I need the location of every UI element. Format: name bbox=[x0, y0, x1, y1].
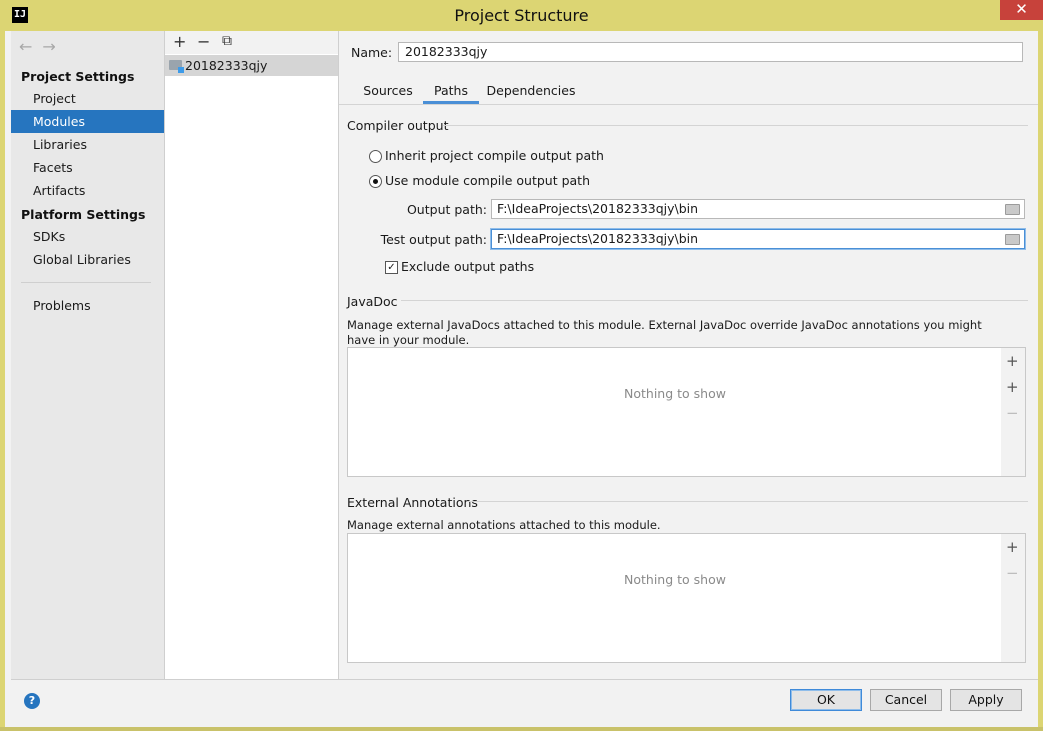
module-list-item[interactable]: 20182333qjy bbox=[165, 55, 338, 76]
sidebar-item-libraries[interactable]: Libraries bbox=[11, 133, 164, 156]
javadoc-list-toolbar: + + − bbox=[1001, 347, 1026, 477]
folder-browse-icon[interactable] bbox=[1005, 204, 1020, 215]
folder-browse-icon[interactable] bbox=[1005, 234, 1020, 245]
javadoc-divider bbox=[401, 300, 1028, 301]
remove-annotation-icon[interactable]: − bbox=[1006, 564, 1019, 582]
test-output-path-label: Test output path: bbox=[380, 232, 487, 247]
use-module-output-label: Use module compile output path bbox=[385, 173, 591, 188]
use-module-output-radio[interactable] bbox=[369, 175, 382, 188]
javadoc-empty-text: Nothing to show bbox=[624, 386, 726, 401]
tab-divider bbox=[339, 104, 1038, 105]
compiler-output-divider bbox=[443, 125, 1028, 126]
module-folder-icon bbox=[169, 60, 184, 73]
exclude-output-checkbox[interactable]: ✓ bbox=[385, 261, 398, 274]
module-toolbar: + − ⧉ bbox=[165, 31, 338, 54]
help-icon[interactable]: ? bbox=[24, 693, 40, 709]
external-annotations-description: Manage external annotations attached to … bbox=[347, 518, 661, 532]
output-path-label: Output path: bbox=[406, 202, 487, 217]
test-output-path-value: F:\IdeaProjects\20182333qjy\bin bbox=[497, 231, 699, 246]
project-settings-header: Project Settings bbox=[21, 69, 135, 84]
apply-button[interactable]: Apply bbox=[950, 689, 1022, 711]
exclude-output-label: Exclude output paths bbox=[401, 259, 535, 274]
copy-module-icon[interactable]: ⧉ bbox=[222, 33, 232, 49]
dialog-footer: ? OK Cancel Apply bbox=[11, 679, 1038, 728]
compiler-output-header: Compiler output bbox=[347, 118, 449, 133]
external-annotations-list-toolbar: + − bbox=[1001, 533, 1026, 663]
inherit-output-label: Inherit project compile output path bbox=[385, 148, 604, 163]
external-annotations-header: External Annotations bbox=[347, 495, 478, 510]
title-bar[interactable]: IJ Project Structure ✕ bbox=[0, 0, 1043, 31]
add-annotation-icon[interactable]: + bbox=[1006, 538, 1019, 556]
add-javadoc-url-icon[interactable]: + bbox=[1006, 378, 1019, 396]
nav-arrows: ← → bbox=[19, 37, 66, 56]
sidebar-item-facets[interactable]: Facets bbox=[11, 156, 164, 179]
tab-sources[interactable]: Sources bbox=[359, 82, 417, 104]
external-annotations-list[interactable]: Nothing to show bbox=[347, 533, 1003, 663]
sidebar-divider bbox=[21, 282, 151, 283]
external-annotations-empty-text: Nothing to show bbox=[624, 572, 726, 587]
remove-javadoc-icon[interactable]: − bbox=[1006, 404, 1019, 422]
remove-module-icon[interactable]: − bbox=[197, 32, 210, 51]
settings-sidebar: ← → Project Settings Project Modules Libr… bbox=[11, 31, 165, 679]
module-name-label: 20182333qjy bbox=[185, 58, 268, 73]
dialog-content: ← → Project Settings Project Modules Libr… bbox=[5, 31, 1038, 728]
add-javadoc-icon[interactable]: + bbox=[1006, 352, 1019, 370]
tab-paths[interactable]: Paths bbox=[423, 82, 479, 104]
project-structure-window: IJ Project Structure ✕ ← → Project Settin… bbox=[0, 0, 1043, 731]
sidebar-item-modules[interactable]: Modules bbox=[11, 110, 164, 133]
javadoc-description: Manage external JavaDocs attached to thi… bbox=[347, 318, 982, 347]
module-settings-panel: Name: 20182333qjy Sources Paths Dependen… bbox=[339, 31, 1038, 679]
name-label: Name: bbox=[351, 45, 393, 60]
javadoc-header: JavaDoc bbox=[347, 294, 398, 309]
sidebar-item-artifacts[interactable]: Artifacts bbox=[11, 179, 164, 202]
ok-button[interactable]: OK bbox=[790, 689, 862, 711]
sidebar-item-sdks[interactable]: SDKs bbox=[11, 225, 164, 248]
platform-settings-header: Platform Settings bbox=[21, 207, 146, 222]
external-annotations-divider bbox=[467, 501, 1028, 502]
output-path-value: F:\IdeaProjects\20182333qjy\bin bbox=[497, 201, 699, 216]
sidebar-item-global-libraries[interactable]: Global Libraries bbox=[11, 248, 164, 271]
taskbar-strip bbox=[0, 727, 1043, 731]
window-title: Project Structure bbox=[454, 6, 589, 25]
test-output-path-input[interactable]: F:\IdeaProjects\20182333qjy\bin bbox=[491, 229, 1025, 249]
cancel-button[interactable]: Cancel bbox=[870, 689, 942, 711]
close-button[interactable]: ✕ bbox=[1000, 0, 1043, 20]
sidebar-item-problems[interactable]: Problems bbox=[11, 294, 164, 317]
tab-dependencies[interactable]: Dependencies bbox=[485, 82, 577, 104]
add-module-icon[interactable]: + bbox=[173, 32, 186, 51]
inherit-output-radio[interactable] bbox=[369, 150, 382, 163]
javadoc-list[interactable]: Nothing to show bbox=[347, 347, 1003, 477]
sidebar-item-project[interactable]: Project bbox=[11, 87, 164, 110]
back-arrow-icon[interactable]: ← bbox=[19, 37, 32, 56]
module-list-panel: + − ⧉ 20182333qjy bbox=[165, 31, 339, 679]
forward-arrow-icon[interactable]: → bbox=[42, 37, 55, 56]
output-path-input[interactable]: F:\IdeaProjects\20182333qjy\bin bbox=[491, 199, 1025, 219]
module-name-input[interactable]: 20182333qjy bbox=[398, 42, 1023, 62]
